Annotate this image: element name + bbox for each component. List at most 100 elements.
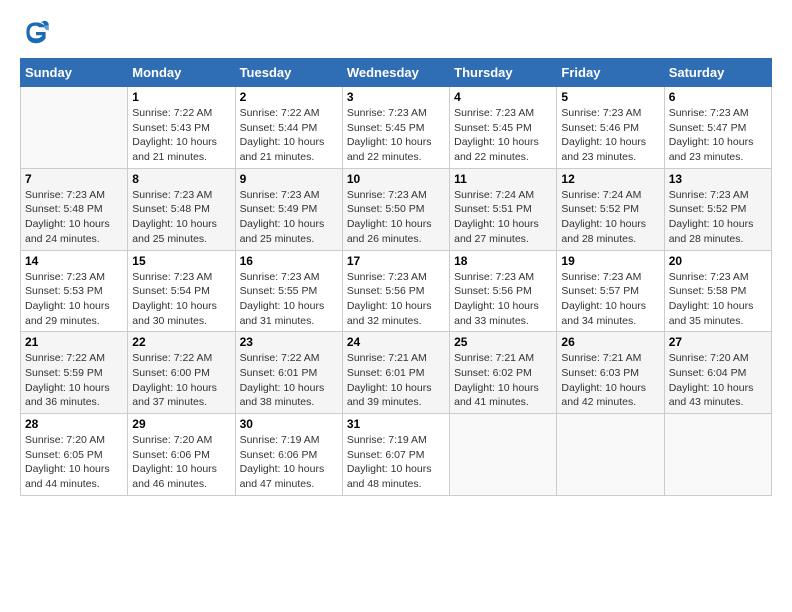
day-cell: 5 Sunrise: 7:23 AM Sunset: 5:46 PM Daylig… <box>557 87 664 169</box>
day-number: 28 <box>25 417 123 431</box>
day-info: Sunrise: 7:23 AM Sunset: 5:49 PM Dayligh… <box>240 188 338 247</box>
day-info: Sunrise: 7:23 AM Sunset: 5:58 PM Dayligh… <box>669 270 767 329</box>
day-info: Sunrise: 7:19 AM Sunset: 6:07 PM Dayligh… <box>347 433 445 492</box>
day-cell: 21 Sunrise: 7:22 AM Sunset: 5:59 PM Dayli… <box>21 332 128 414</box>
day-info: Sunrise: 7:22 AM Sunset: 5:44 PM Dayligh… <box>240 106 338 165</box>
day-info: Sunrise: 7:21 AM Sunset: 6:01 PM Dayligh… <box>347 351 445 410</box>
day-number: 16 <box>240 254 338 268</box>
day-info: Sunrise: 7:20 AM Sunset: 6:06 PM Dayligh… <box>132 433 230 492</box>
day-cell: 20 Sunrise: 7:23 AM Sunset: 5:58 PM Dayli… <box>664 250 771 332</box>
day-info: Sunrise: 7:23 AM Sunset: 5:52 PM Dayligh… <box>669 188 767 247</box>
day-info: Sunrise: 7:23 AM Sunset: 5:45 PM Dayligh… <box>454 106 552 165</box>
day-info: Sunrise: 7:20 AM Sunset: 6:04 PM Dayligh… <box>669 351 767 410</box>
day-cell: 8Sunrise: 7:23 AM Sunset: 5:48 PM Daylig… <box>128 168 235 250</box>
day-number: 12 <box>561 172 659 186</box>
day-number: 9 <box>240 172 338 186</box>
day-info: Sunrise: 7:22 AM Sunset: 6:00 PM Dayligh… <box>132 351 230 410</box>
day-info: Sunrise: 7:23 AM Sunset: 5:53 PM Dayligh… <box>25 270 123 329</box>
day-cell: 15 Sunrise: 7:23 AM Sunset: 5:54 PM Dayli… <box>128 250 235 332</box>
day-cell: 29 Sunrise: 7:20 AM Sunset: 6:06 PM Dayli… <box>128 414 235 496</box>
day-number: 27 <box>669 335 767 349</box>
logo <box>20 16 56 48</box>
day-cell: 6Sunrise: 7:23 AM Sunset: 5:47 PM Daylig… <box>664 87 771 169</box>
day-cell: 23 Sunrise: 7:22 AM Sunset: 6:01 PM Dayli… <box>235 332 342 414</box>
day-info: Sunrise: 7:23 AM Sunset: 5:45 PM Dayligh… <box>347 106 445 165</box>
day-number: 26 <box>561 335 659 349</box>
day-number: 23 <box>240 335 338 349</box>
day-info: Sunrise: 7:23 AM Sunset: 5:56 PM Dayligh… <box>454 270 552 329</box>
day-info: Sunrise: 7:21 AM Sunset: 6:03 PM Dayligh… <box>561 351 659 410</box>
day-number: 25 <box>454 335 552 349</box>
day-cell: 24 Sunrise: 7:21 AM Sunset: 6:01 PM Dayli… <box>342 332 449 414</box>
day-info: Sunrise: 7:23 AM Sunset: 5:48 PM Dayligh… <box>25 188 123 247</box>
day-cell: 22 Sunrise: 7:22 AM Sunset: 6:00 PM Dayli… <box>128 332 235 414</box>
day-info: Sunrise: 7:23 AM Sunset: 5:55 PM Dayligh… <box>240 270 338 329</box>
day-cell: 30 Sunrise: 7:19 AM Sunset: 6:06 PM Dayli… <box>235 414 342 496</box>
day-info: Sunrise: 7:23 AM Sunset: 5:54 PM Dayligh… <box>132 270 230 329</box>
day-number: 19 <box>561 254 659 268</box>
day-cell: 4 Sunrise: 7:23 AM Sunset: 5:45 PM Daylig… <box>450 87 557 169</box>
day-number: 31 <box>347 417 445 431</box>
day-cell <box>21 87 128 169</box>
day-info: Sunrise: 7:23 AM Sunset: 5:47 PM Dayligh… <box>669 106 767 165</box>
day-info: Sunrise: 7:24 AM Sunset: 5:52 PM Dayligh… <box>561 188 659 247</box>
day-number: 24 <box>347 335 445 349</box>
day-number: 3 <box>347 90 445 104</box>
day-cell: 19 Sunrise: 7:23 AM Sunset: 5:57 PM Dayli… <box>557 250 664 332</box>
day-info: Sunrise: 7:22 AM Sunset: 5:59 PM Dayligh… <box>25 351 123 410</box>
day-info: Sunrise: 7:23 AM Sunset: 5:57 PM Dayligh… <box>561 270 659 329</box>
day-number: 30 <box>240 417 338 431</box>
day-number: 2 <box>240 90 338 104</box>
day-cell: 9 Sunrise: 7:23 AM Sunset: 5:49 PM Daylig… <box>235 168 342 250</box>
week-row-0: 1 Sunrise: 7:22 AM Sunset: 5:43 PM Daylig… <box>21 87 772 169</box>
day-info: Sunrise: 7:19 AM Sunset: 6:06 PM Dayligh… <box>240 433 338 492</box>
day-number: 10 <box>347 172 445 186</box>
header-cell-monday: Monday <box>128 59 235 87</box>
day-info: Sunrise: 7:23 AM Sunset: 5:46 PM Dayligh… <box>561 106 659 165</box>
day-info: Sunrise: 7:22 AM Sunset: 6:01 PM Dayligh… <box>240 351 338 410</box>
header-cell-saturday: Saturday <box>664 59 771 87</box>
day-number: 21 <box>25 335 123 349</box>
day-cell: 16 Sunrise: 7:23 AM Sunset: 5:55 PM Dayli… <box>235 250 342 332</box>
day-cell: 26 Sunrise: 7:21 AM Sunset: 6:03 PM Dayli… <box>557 332 664 414</box>
week-row-4: 28 Sunrise: 7:20 AM Sunset: 6:05 PM Dayli… <box>21 414 772 496</box>
calendar-header: SundayMondayTuesdayWednesdayThursdayFrid… <box>21 59 772 87</box>
day-cell: 17Sunrise: 7:23 AM Sunset: 5:56 PM Dayli… <box>342 250 449 332</box>
week-row-3: 21 Sunrise: 7:22 AM Sunset: 5:59 PM Dayli… <box>21 332 772 414</box>
day-number: 1 <box>132 90 230 104</box>
week-row-1: 7 Sunrise: 7:23 AM Sunset: 5:48 PM Daylig… <box>21 168 772 250</box>
day-cell: 1 Sunrise: 7:22 AM Sunset: 5:43 PM Daylig… <box>128 87 235 169</box>
day-cell: 7 Sunrise: 7:23 AM Sunset: 5:48 PM Daylig… <box>21 168 128 250</box>
day-number: 14 <box>25 254 123 268</box>
header-cell-wednesday: Wednesday <box>342 59 449 87</box>
calendar-table: SundayMondayTuesdayWednesdayThursdayFrid… <box>20 58 772 496</box>
page: SundayMondayTuesdayWednesdayThursdayFrid… <box>0 0 792 506</box>
day-cell: 31 Sunrise: 7:19 AM Sunset: 6:07 PM Dayli… <box>342 414 449 496</box>
day-cell: 25Sunrise: 7:21 AM Sunset: 6:02 PM Dayli… <box>450 332 557 414</box>
day-cell: 28 Sunrise: 7:20 AM Sunset: 6:05 PM Dayli… <box>21 414 128 496</box>
day-cell: 2 Sunrise: 7:22 AM Sunset: 5:44 PM Daylig… <box>235 87 342 169</box>
day-cell: 27 Sunrise: 7:20 AM Sunset: 6:04 PM Dayli… <box>664 332 771 414</box>
day-number: 18 <box>454 254 552 268</box>
logo-icon <box>20 16 52 48</box>
day-cell: 14 Sunrise: 7:23 AM Sunset: 5:53 PM Dayli… <box>21 250 128 332</box>
day-number: 15 <box>132 254 230 268</box>
header <box>20 16 772 48</box>
day-number: 7 <box>25 172 123 186</box>
day-number: 20 <box>669 254 767 268</box>
day-info: Sunrise: 7:22 AM Sunset: 5:43 PM Dayligh… <box>132 106 230 165</box>
day-number: 22 <box>132 335 230 349</box>
day-number: 8 <box>132 172 230 186</box>
day-number: 4 <box>454 90 552 104</box>
day-number: 29 <box>132 417 230 431</box>
day-cell: 18 Sunrise: 7:23 AM Sunset: 5:56 PM Dayli… <box>450 250 557 332</box>
day-number: 17 <box>347 254 445 268</box>
day-cell: 11Sunrise: 7:24 AM Sunset: 5:51 PM Dayli… <box>450 168 557 250</box>
day-cell <box>664 414 771 496</box>
day-info: Sunrise: 7:20 AM Sunset: 6:05 PM Dayligh… <box>25 433 123 492</box>
day-info: Sunrise: 7:23 AM Sunset: 5:50 PM Dayligh… <box>347 188 445 247</box>
day-number: 5 <box>561 90 659 104</box>
calendar-body: 1 Sunrise: 7:22 AM Sunset: 5:43 PM Daylig… <box>21 87 772 496</box>
day-cell <box>450 414 557 496</box>
header-cell-friday: Friday <box>557 59 664 87</box>
